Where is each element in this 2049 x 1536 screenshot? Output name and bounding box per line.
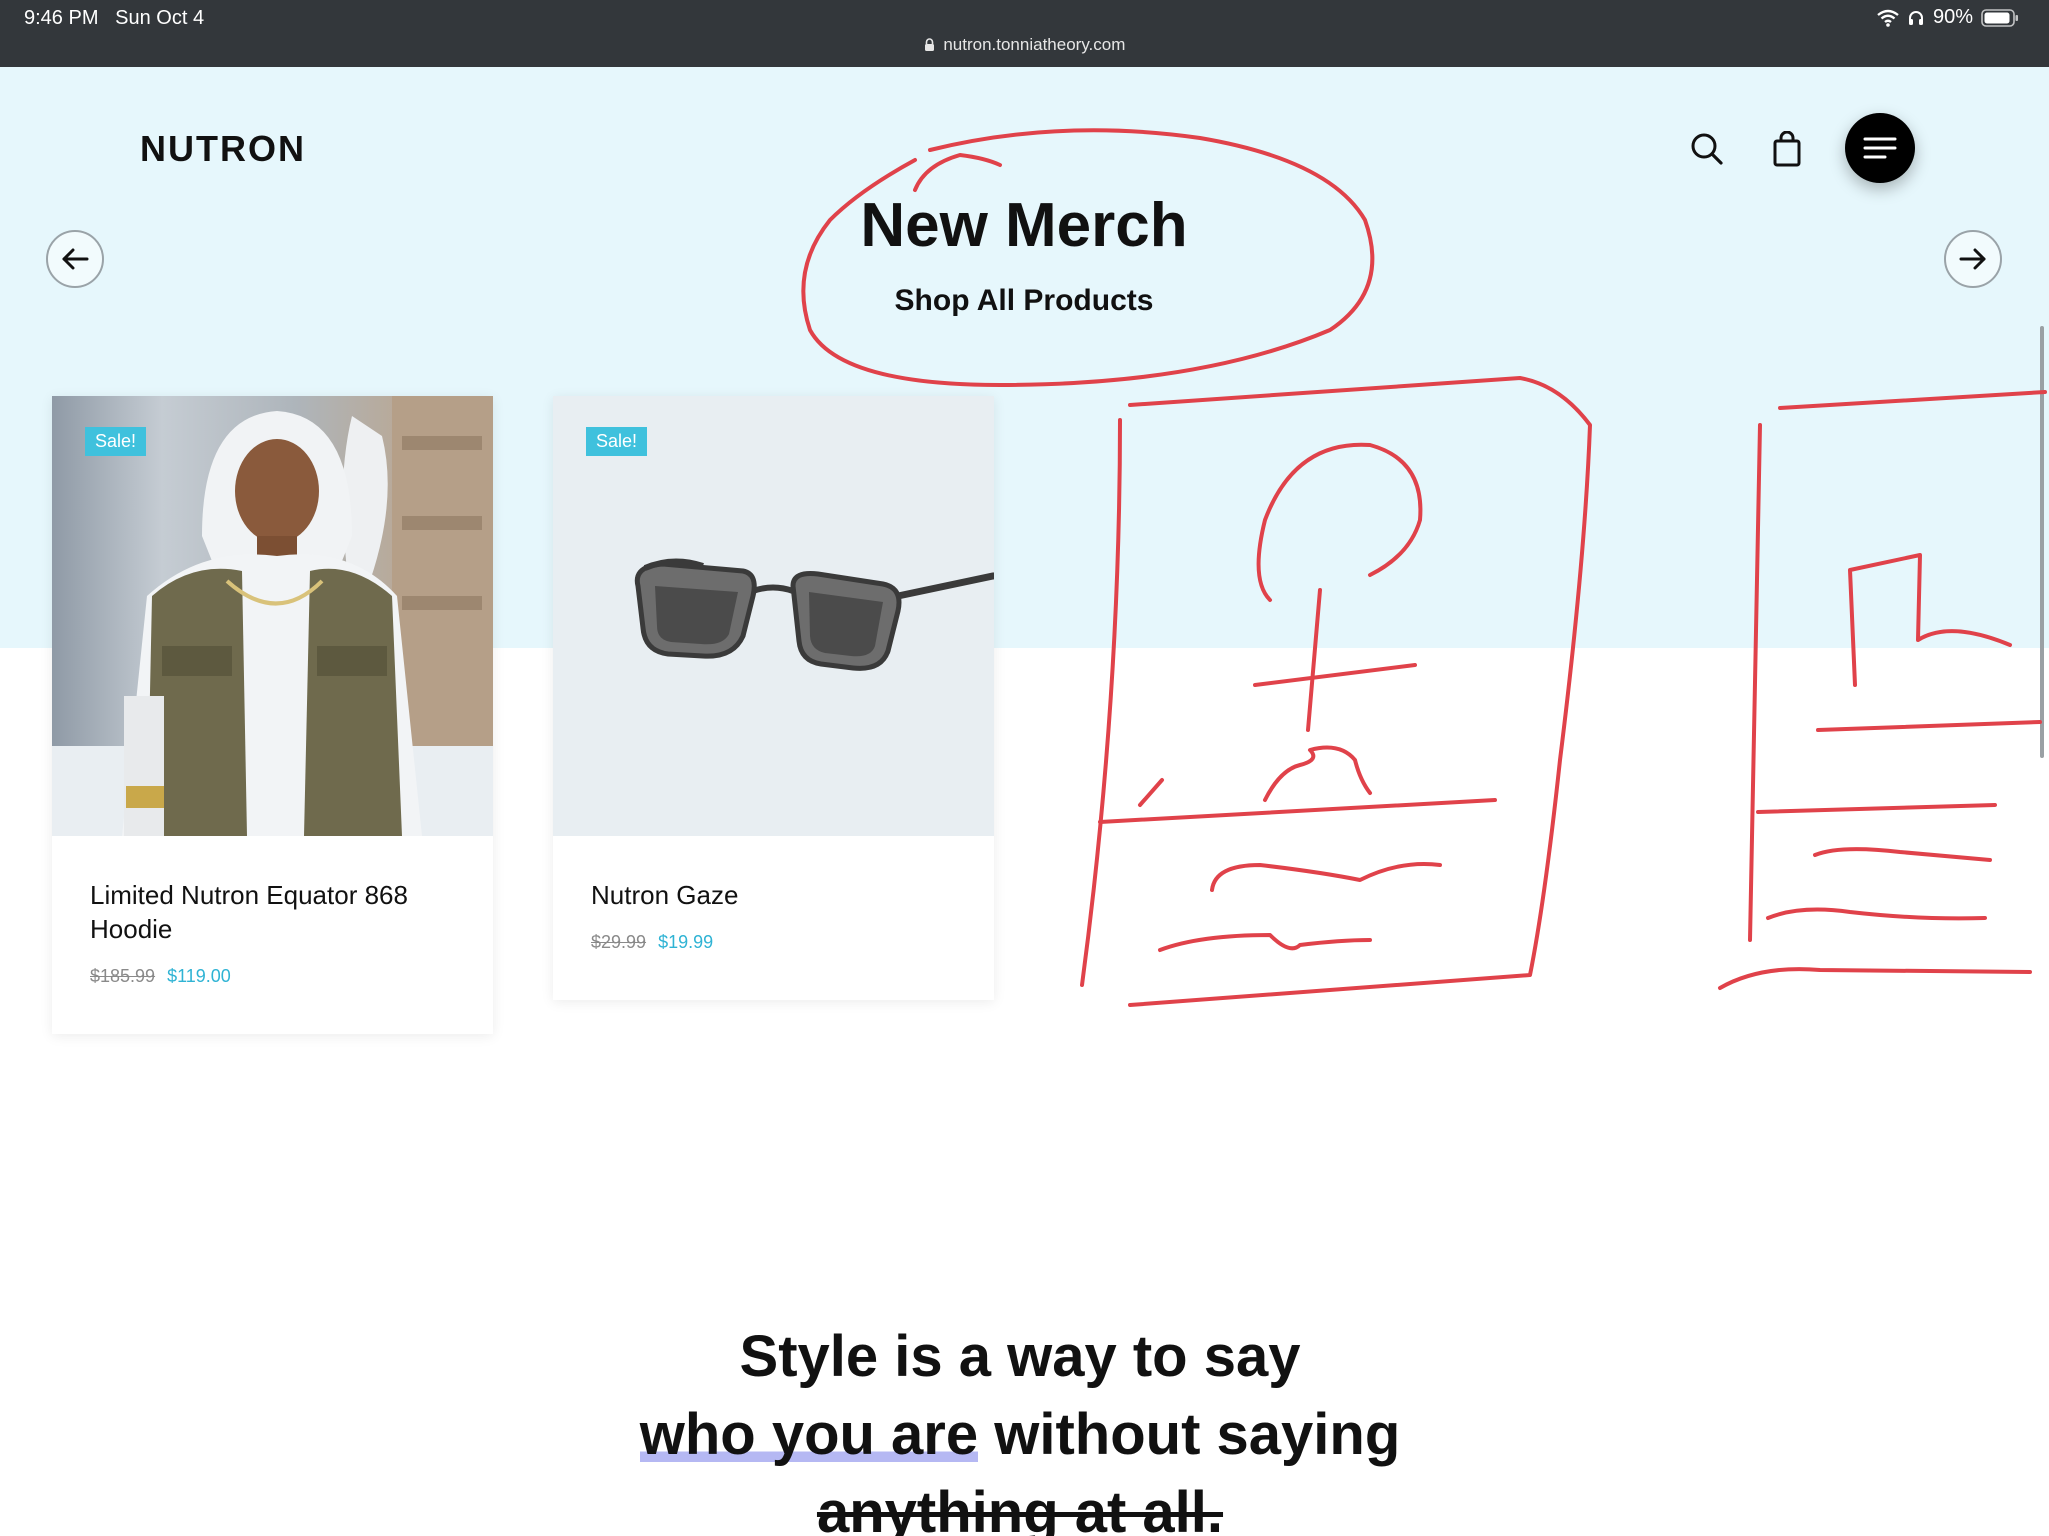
product-price: $185.99 $119.00 [90, 966, 231, 987]
status-indicators: 90% [1877, 6, 2019, 29]
product-title[interactable]: Limited Nutron Equator 868 Hoodie [90, 878, 470, 946]
page-scrollbar[interactable] [2040, 326, 2044, 758]
search-icon [1691, 133, 1723, 165]
sunglasses-image [634, 558, 994, 671]
url-bar[interactable]: nutron.tonniatheory.com [0, 35, 2049, 55]
product-title[interactable]: Nutron Gaze [591, 878, 971, 912]
product-image-hoodie[interactable]: Sale! [52, 396, 493, 836]
shop-all-products-link[interactable]: Shop All Products [774, 284, 1274, 318]
quote-line-2: who you are without saying [600, 1396, 1440, 1474]
annotation-text-line-1 [1210, 862, 1442, 892]
quote-line-3: anything at all. [816, 1480, 1224, 1536]
lock-icon [924, 38, 934, 51]
sale-badge: Sale! [85, 427, 147, 456]
annotation-text-line-2 [1158, 933, 1372, 952]
cart-button[interactable] [1766, 128, 1808, 170]
original-price: $185.99 [90, 966, 156, 986]
model-wearing-hoodie-photo [52, 396, 493, 836]
battery-icon [1981, 8, 2018, 27]
quote-line-1: Style is a way to say [739, 1324, 1301, 1389]
product-price: $29.99 $19.99 [591, 932, 713, 953]
annotation-figure-feet [1138, 745, 1372, 807]
sale-badge: Sale! [586, 427, 648, 456]
carousel-next-button[interactable] [1944, 230, 2002, 288]
search-button[interactable] [1686, 128, 1728, 170]
status-bar: 9:46 PM Sun Oct 4 90% nutron.tonniatheor… [0, 0, 2049, 67]
style-quote: Style is a way to say who you are withou… [600, 1318, 1440, 1536]
status-date: Sun Oct 4 [115, 7, 205, 29]
original-price: $29.99 [591, 932, 647, 952]
menu-button[interactable] [1845, 113, 1915, 183]
product-card[interactable]: Sale! Limited Nutron Equator 868 Hoodie … [52, 396, 493, 1034]
status-time-date: 9:46 PM Sun Oct 4 [24, 7, 204, 30]
shopping-bag-icon [1773, 131, 1801, 167]
carousel-prev-button[interactable] [46, 230, 104, 288]
sale-price: $19.99 [658, 932, 714, 952]
product-image-sunglasses[interactable]: Sale! [553, 396, 994, 836]
wifi-icon [1877, 9, 1899, 27]
arrow-left-icon [62, 248, 89, 270]
hero-title: New Merch [860, 191, 1188, 260]
hamburger-menu-icon [1863, 137, 1897, 159]
battery-percent: 90% [1932, 6, 1973, 28]
quote-highlight: who you are [639, 1402, 979, 1467]
url-text: nutron.tonniatheory.com [943, 35, 1126, 54]
arrow-right-icon [1959, 248, 1986, 270]
product-card[interactable]: Sale! Nutron Gaze $29.99 $19.99 [553, 396, 994, 1000]
headphones-icon [1908, 10, 1923, 25]
annotation-card-sketch-1-divider [1098, 798, 1497, 824]
sale-price: $119.00 [167, 966, 231, 986]
status-time: 9:46 PM [24, 7, 99, 29]
site-logo[interactable]: NUTRON [140, 128, 306, 170]
annotation-card-sketch-2-bottom [1718, 967, 2032, 990]
quote-line-2-rest: without saying [978, 1402, 1401, 1467]
